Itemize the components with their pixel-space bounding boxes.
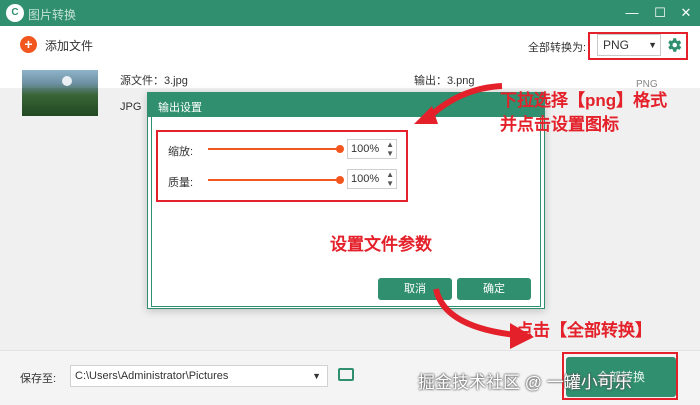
source-file-name: 源文件：3.jpg	[120, 75, 188, 87]
dialog-title: 输出设置	[158, 102, 202, 114]
app-window: C 图片转换 — ☐ ✕ + 添加文件 全部转换为: PNG ▼ 源文件：3.j…	[0, 0, 700, 405]
save-to-label: 保存至:	[20, 373, 57, 385]
thumbnail-sun	[62, 76, 72, 86]
caret-down-icon: ▼	[312, 371, 321, 381]
annotation-line1: 下拉选择【png】格式	[500, 91, 668, 110]
close-icon[interactable]: ✕	[676, 3, 696, 23]
title-bar: C 图片转换 — ☐ ✕	[0, 0, 700, 26]
minimize-icon[interactable]: —	[622, 3, 642, 23]
save-path-value: C:\Users\Administrator\Pictures	[75, 370, 229, 382]
annotation-box-format	[588, 32, 688, 60]
add-file-label: 添加文件	[45, 39, 94, 53]
watermark: 掘金技术社区 @ 一罐小可乐	[418, 373, 632, 392]
annotation-line2: 并点击设置图标	[500, 115, 619, 134]
annotation-convert: 点击【全部转换】	[516, 321, 652, 340]
annotation-arrow-top	[414, 83, 503, 124]
app-logo-icon: C	[6, 4, 24, 22]
folder-icon[interactable]	[338, 368, 354, 381]
plus-icon: +	[20, 36, 37, 53]
save-path-select[interactable]: C:\Users\Administrator\Pictures ▼	[70, 365, 328, 387]
convert-all-to-label: 全部转换为:	[528, 42, 587, 54]
annotation-params: 设置文件参数	[330, 235, 432, 254]
annotation-box-params	[156, 130, 408, 202]
maximize-icon[interactable]: ☐	[650, 3, 670, 23]
app-title: 图片转换	[28, 8, 77, 22]
